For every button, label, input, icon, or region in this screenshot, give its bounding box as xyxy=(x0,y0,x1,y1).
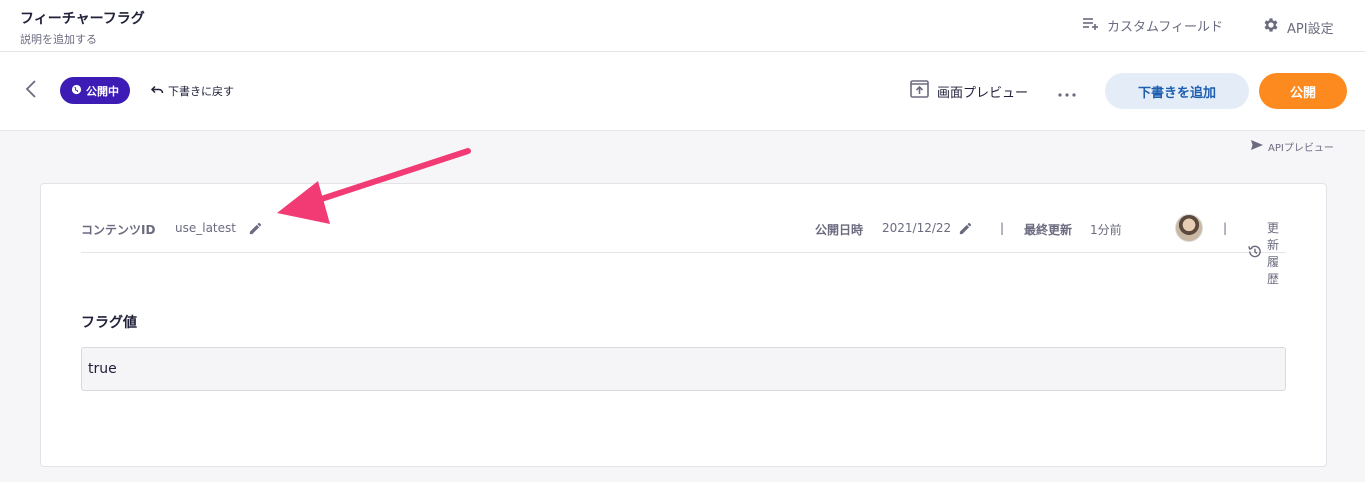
api-settings-label: API設定 xyxy=(1287,21,1334,37)
more-horizontal-icon xyxy=(1058,82,1076,101)
update-history-button[interactable]: 更新履歴 xyxy=(1247,219,1286,287)
meta-separator: | xyxy=(1223,221,1228,235)
gear-icon xyxy=(1262,16,1287,38)
meta-row: コンテンツID use_latest 公開日時 2021/12/22 | 最終更… xyxy=(81,184,1286,286)
status-badge: 公開中 xyxy=(60,77,130,104)
flag-value-label: フラグ値 xyxy=(81,315,137,331)
add-description-link[interactable]: 説明を追加する xyxy=(20,31,97,47)
revert-to-draft-button[interactable]: 下書きに戻す xyxy=(150,83,234,99)
published-at-value: 2021/12/22 xyxy=(882,221,952,235)
content-id-value: use_latest xyxy=(175,221,236,235)
more-options-button[interactable] xyxy=(1057,82,1077,100)
back-button[interactable] xyxy=(22,80,40,102)
globe-icon xyxy=(71,84,86,98)
add-list-icon xyxy=(1082,17,1107,35)
send-icon xyxy=(1250,139,1268,154)
published-at-label: 公開日時 xyxy=(815,223,864,237)
screen-preview-label: 画面プレビュー xyxy=(937,85,1029,101)
content-id-label: コンテンツID xyxy=(81,223,156,237)
custom-fields-button[interactable]: カスタムフィールド xyxy=(1082,16,1223,35)
screen-preview-button[interactable]: 画面プレビュー xyxy=(910,80,1028,102)
status-label: 公開中 xyxy=(86,84,119,98)
custom-fields-label: カスタムフィールド xyxy=(1107,20,1223,35)
flag-value-field[interactable]: true xyxy=(81,347,1286,391)
edit-content-id-icon[interactable] xyxy=(248,221,263,240)
content-toolbar: 公開中 下書きに戻す 画面プレビュー 下書きを追加 公開 xyxy=(0,52,1365,131)
chevron-left-icon xyxy=(25,79,37,103)
api-settings-button[interactable]: API設定 xyxy=(1262,16,1334,38)
add-draft-button[interactable]: 下書きを追加 xyxy=(1105,73,1249,109)
page-title: フィーチャーフラグ xyxy=(20,11,145,27)
history-label: 更新履歴 xyxy=(1267,221,1280,286)
revert-label: 下書きに戻す xyxy=(168,85,234,98)
avatar xyxy=(1175,214,1203,242)
meta-separator: | xyxy=(1000,221,1005,235)
app-header: フィーチャーフラグ 説明を追加する カスタムフィールド API設定 xyxy=(0,0,1365,52)
open-in-window-icon xyxy=(910,80,937,102)
undo-icon xyxy=(150,85,168,98)
edit-published-at-icon[interactable] xyxy=(958,221,973,240)
history-icon xyxy=(1247,244,1267,262)
publish-button[interactable]: 公開 xyxy=(1259,73,1347,109)
api-preview-button[interactable]: APIプレビュー xyxy=(1250,139,1334,154)
content-card: コンテンツID use_latest 公開日時 2021/12/22 | 最終更… xyxy=(40,183,1327,467)
api-preview-label: APIプレビュー xyxy=(1268,143,1334,154)
last-updated-value: 1分前 xyxy=(1090,223,1122,237)
last-updated-label: 最終更新 xyxy=(1024,223,1073,237)
